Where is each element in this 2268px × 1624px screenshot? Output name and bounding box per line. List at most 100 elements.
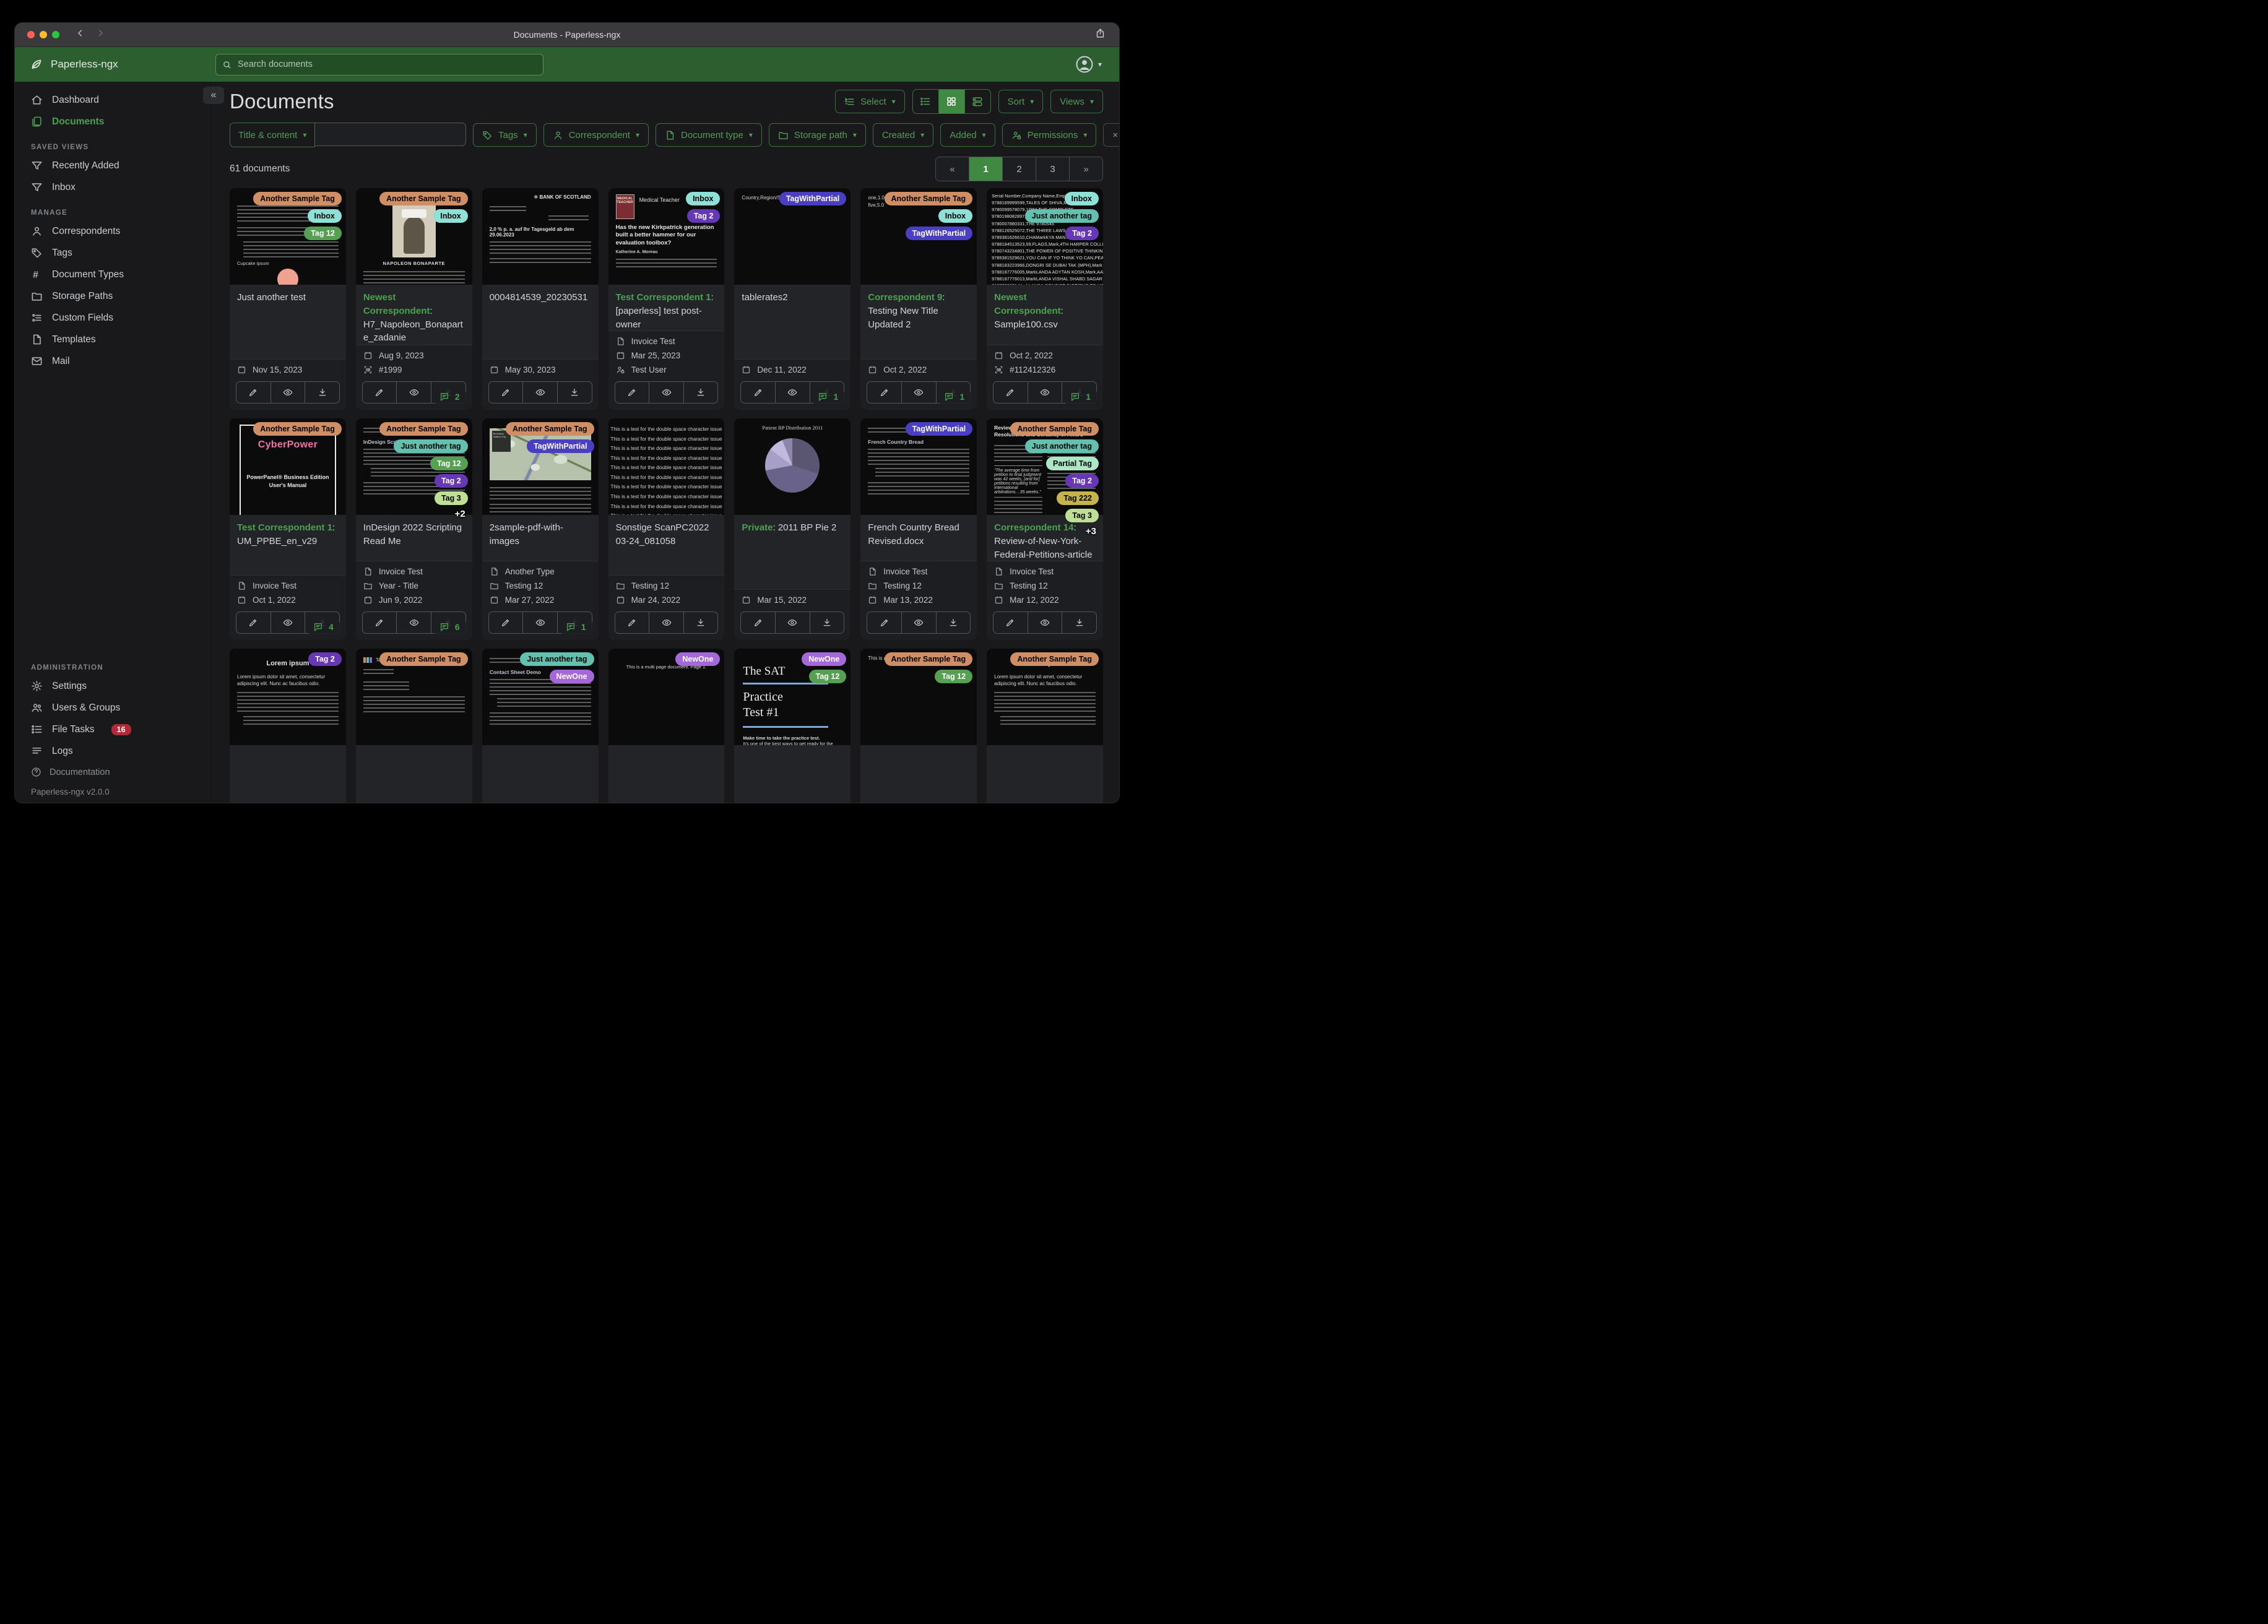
- back-icon[interactable]: [76, 28, 85, 41]
- comment-count-badge[interactable]: 1: [558, 619, 594, 635]
- preview-button[interactable]: [522, 382, 557, 403]
- tag-pill[interactable]: Tag 12: [430, 457, 468, 470]
- edit-button[interactable]: [615, 382, 649, 403]
- document-card[interactable]: Test NameAnother Sample Tag: [355, 649, 472, 803]
- document-card[interactable]: Review of Arbitral Awards Shows Swift Re…: [987, 418, 1103, 640]
- tag-pill[interactable]: Inbox: [433, 209, 468, 223]
- close-window-button[interactable]: [27, 31, 35, 38]
- comment-count-badge[interactable]: 4: [306, 619, 341, 635]
- sidebar-collapse-button[interactable]: «: [203, 87, 224, 104]
- edit-button[interactable]: [993, 382, 1028, 403]
- document-title[interactable]: French Country Bread Revised.docx: [860, 515, 977, 561]
- edit-button[interactable]: [363, 382, 397, 403]
- pagination-page-2[interactable]: 2: [1002, 157, 1036, 181]
- tag-pill[interactable]: Tag 12: [935, 670, 973, 683]
- tag-pill[interactable]: Another Sample Tag: [253, 192, 342, 205]
- tag-pill[interactable]: Just another tag: [1024, 209, 1099, 223]
- tag-pill[interactable]: Inbox: [686, 192, 721, 205]
- download-button[interactable]: [935, 612, 971, 633]
- preview-button[interactable]: [270, 382, 305, 403]
- document-card[interactable]: This is a test for the double space char…: [608, 418, 725, 640]
- filter-created-button[interactable]: Created ▾: [872, 123, 934, 147]
- tag-pill[interactable]: Tag 2: [686, 209, 721, 223]
- tag-pill[interactable]: Tag 2: [308, 652, 342, 666]
- document-card[interactable]: Country,Region/State," TagWithPartial 1 tab…: [734, 188, 851, 410]
- preview-button[interactable]: [649, 612, 683, 633]
- document-title[interactable]: [734, 745, 851, 803]
- user-menu[interactable]: ▾: [1075, 55, 1102, 74]
- document-title[interactable]: [230, 745, 346, 803]
- reset-filters-button[interactable]: ×Reset filters: [1103, 123, 1119, 147]
- tag-pill[interactable]: Tag 3: [434, 491, 468, 505]
- pagination-prev[interactable]: «: [936, 157, 969, 181]
- document-card[interactable]: Serial Number,Company Name,Employ 978818…: [987, 188, 1103, 410]
- sidebar-item-logs[interactable]: Logs: [15, 740, 210, 762]
- sidebar-item-recently-added[interactable]: Recently Added: [15, 155, 210, 176]
- edit-button[interactable]: [867, 382, 901, 403]
- search-input[interactable]: [236, 59, 537, 70]
- tag-pill[interactable]: Inbox: [307, 209, 342, 223]
- tag-pill[interactable]: Tag 2: [1065, 474, 1099, 488]
- edit-button[interactable]: [741, 612, 775, 633]
- document-title[interactable]: [987, 745, 1103, 803]
- download-button[interactable]: [809, 612, 844, 633]
- tag-pill[interactable]: TagWithPartial: [779, 192, 847, 205]
- share-icon[interactable]: [1095, 28, 1106, 41]
- tag-pill[interactable]: Another Sample Tag: [505, 422, 594, 436]
- tag-pill[interactable]: Tag 3: [1065, 509, 1099, 522]
- tag-pill[interactable]: Tag 222: [1057, 491, 1099, 505]
- preview-button[interactable]: [1027, 382, 1062, 403]
- pagination-next[interactable]: »: [1069, 157, 1102, 181]
- document-card[interactable]: This is a test Another Sample Tag Tag 12: [860, 649, 977, 803]
- global-search[interactable]: [215, 53, 543, 76]
- preview-button[interactable]: [396, 382, 431, 403]
- document-card[interactable]: ✻ BANK OF SCOTLAND 2,0 % p. a. auf Ihr Ta…: [482, 188, 599, 410]
- document-card[interactable]: Lorem ipsumLorem ipsum dolor sit amet, c…: [987, 649, 1103, 803]
- preview-button[interactable]: [901, 612, 936, 633]
- title-content-dropdown[interactable]: Title & content ▾: [230, 123, 316, 147]
- edit-button[interactable]: [489, 612, 523, 633]
- preview-button[interactable]: [649, 382, 683, 403]
- document-card[interactable]: Lorem ipsumLorem ipsum dolor sit amet, c…: [230, 649, 346, 803]
- document-card[interactable]: NAPOLEON BONAPARTE Another Sample Tag Inbo…: [355, 188, 472, 410]
- comment-count-badge[interactable]: 6: [431, 619, 467, 635]
- tag-pill[interactable]: Tag 2: [434, 474, 468, 488]
- sidebar-item-documents[interactable]: Documents: [15, 111, 210, 132]
- sidebar-item-mail[interactable]: Mail: [15, 350, 210, 372]
- sidebar-item-file-tasks[interactable]: File Tasks 16: [15, 719, 210, 740]
- document-card[interactable]: CyberPower PowerPanel® Business Edition Us…: [230, 418, 346, 640]
- document-correspondent[interactable]: Test Correspondent 1: [616, 292, 711, 303]
- edit-button[interactable]: [489, 382, 523, 403]
- sidebar-item-correspondents[interactable]: Correspondents: [15, 220, 210, 242]
- tag-pill[interactable]: Another Sample Tag: [379, 192, 468, 205]
- sidebar-item-custom-fields[interactable]: Custom Fields: [15, 307, 210, 329]
- document-correspondent[interactable]: Newest Correspondent: [994, 292, 1061, 316]
- document-card[interactable]: Patient BP Distribution 2011 Private: 201…: [734, 418, 851, 640]
- document-card[interactable]: The SAT Practice Test #1 Make time to take …: [734, 649, 851, 803]
- tag-pill[interactable]: Just another tag: [520, 652, 594, 666]
- views-button[interactable]: Views ▾: [1050, 90, 1103, 113]
- title-content-filter-input[interactable]: [315, 123, 466, 146]
- tag-pill[interactable]: Another Sample Tag: [884, 652, 973, 666]
- download-button[interactable]: [556, 382, 592, 403]
- edit-button[interactable]: [615, 612, 649, 633]
- tag-pill[interactable]: Another Sample Tag: [253, 422, 342, 436]
- document-title[interactable]: Sonstige ScanPC2022 03-24_081058: [608, 515, 725, 575]
- zoom-window-button[interactable]: [52, 31, 59, 38]
- document-card[interactable]: French Country Bread TagWithPartial French…: [860, 418, 977, 640]
- preview-button[interactable]: [270, 612, 305, 633]
- document-title[interactable]: [482, 745, 599, 803]
- document-title[interactable]: [355, 745, 472, 803]
- tag-pill[interactable]: Inbox: [938, 209, 973, 223]
- tag-pill[interactable]: Tag 12: [304, 227, 342, 240]
- edit-button[interactable]: [236, 612, 271, 633]
- comment-count-badge[interactable]: 1: [1063, 389, 1098, 405]
- sidebar-item-documentation[interactable]: Documentation: [15, 762, 210, 782]
- app-brand[interactable]: Paperless-ngx: [30, 58, 215, 71]
- filter-tags-button[interactable]: Tags ▾: [473, 123, 537, 147]
- document-title[interactable]: Newest Correspondent: H7_Napoleon_Bonapa…: [355, 285, 472, 345]
- document-title[interactable]: Test Correspondent 1: UM_PPBE_en_v29: [230, 515, 346, 575]
- download-button[interactable]: [1062, 612, 1096, 633]
- document-title[interactable]: Test Correspondent 1: [paperless] test p…: [608, 285, 725, 330]
- tag-pill[interactable]: Tag 12: [808, 670, 847, 683]
